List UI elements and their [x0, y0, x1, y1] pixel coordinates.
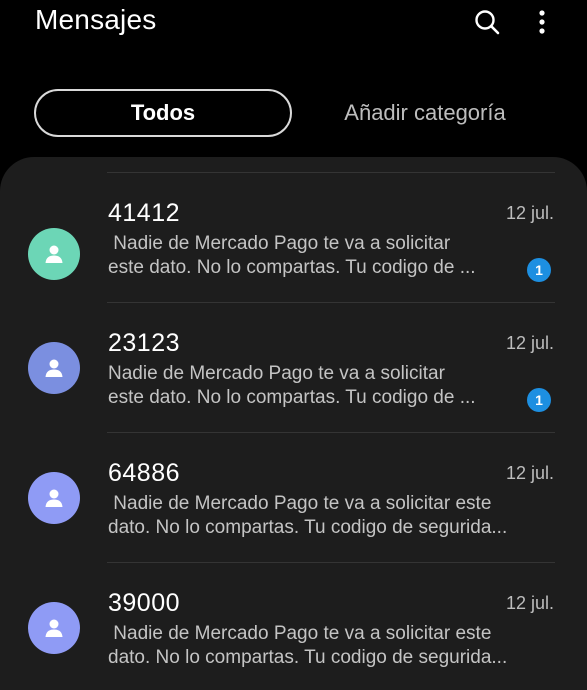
- message-date: 12 jul.: [505, 593, 554, 613]
- message-date: 12 jul.: [505, 203, 554, 223]
- more-options-button[interactable]: [526, 6, 558, 38]
- avatar: [28, 342, 80, 394]
- sender-name: 41412: [108, 199, 181, 227]
- avatar: [28, 602, 80, 654]
- add-category-tab[interactable]: Añadir categoría: [312, 89, 538, 137]
- person-icon: [45, 489, 63, 507]
- conversation-row[interactable]: 41412 12 jul. Nadie de Mercado Pago te v…: [0, 172, 587, 302]
- message-preview: Nadie de Mercado Pago te va a solicitar …: [108, 233, 476, 278]
- messages-app: Mensajes Todos Añadir categoría 41412 12…: [0, 0, 587, 690]
- message-date: 12 jul.: [505, 463, 554, 483]
- conversation-list: 41412 12 jul. Nadie de Mercado Pago te v…: [0, 157, 587, 690]
- person-icon: [45, 359, 63, 377]
- sender-name: 39000: [108, 589, 181, 617]
- category-tabs: Todos Añadir categoría: [0, 88, 587, 142]
- search-button[interactable]: [471, 6, 503, 38]
- sender-name: 23123: [108, 329, 181, 357]
- conversation-row[interactable]: 23123 12 jul. Nadie de Mercado Pago te v…: [0, 302, 587, 432]
- page-title: Mensajes: [35, 4, 157, 35]
- tab-all[interactable]: Todos: [34, 89, 292, 137]
- sender-name: 64886: [108, 459, 181, 487]
- person-icon: [45, 245, 63, 263]
- message-date: 12 jul.: [505, 333, 554, 353]
- conversation-row[interactable]: 39000 12 jul. Nadie de Mercado Pago te v…: [0, 562, 587, 690]
- avatar: [28, 228, 80, 280]
- search-icon: [475, 10, 500, 35]
- message-preview: Nadie de Mercado Pago te va a solicitar …: [108, 623, 508, 668]
- conversation-row[interactable]: 64886 12 jul. Nadie de Mercado Pago te v…: [0, 432, 587, 562]
- person-icon: [45, 619, 63, 637]
- unread-badge: 1: [527, 258, 551, 282]
- message-preview: Nadie de Mercado Pago te va a solicitar …: [108, 363, 476, 408]
- app-header: Mensajes: [0, 0, 587, 60]
- more-vertical-icon: [539, 10, 545, 34]
- message-preview: Nadie de Mercado Pago te va a solicitar …: [108, 493, 508, 538]
- avatar: [28, 472, 80, 524]
- unread-badge: 1: [527, 388, 551, 412]
